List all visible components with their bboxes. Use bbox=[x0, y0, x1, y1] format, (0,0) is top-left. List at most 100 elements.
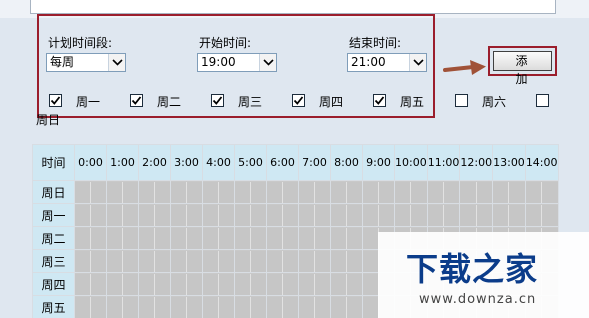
time-slot-cell[interactable] bbox=[459, 203, 494, 227]
time-slot-cell[interactable] bbox=[106, 180, 139, 204]
time-slot-cell[interactable] bbox=[362, 180, 395, 204]
time-slot-cell[interactable] bbox=[234, 249, 267, 273]
chevron-down-icon[interactable] bbox=[409, 54, 426, 71]
time-slot-cell[interactable] bbox=[106, 226, 139, 250]
time-slot-cell[interactable] bbox=[138, 203, 171, 227]
hour-header: 7:00 bbox=[298, 144, 331, 181]
time-slot-cell[interactable] bbox=[330, 295, 363, 318]
time-slot-cell[interactable] bbox=[138, 226, 171, 250]
time-slot-cell[interactable] bbox=[202, 272, 235, 296]
time-slot-cell[interactable] bbox=[170, 249, 203, 273]
day-label-sun: 周日 bbox=[36, 113, 61, 127]
time-slot-cell[interactable] bbox=[266, 180, 299, 204]
grid-row-mon: 周一 bbox=[32, 203, 559, 227]
time-slot-cell[interactable] bbox=[266, 226, 299, 250]
time-slot-cell[interactable] bbox=[170, 203, 203, 227]
time-slot-cell[interactable] bbox=[298, 180, 331, 204]
day-checkbox-sat[interactable] bbox=[455, 94, 468, 107]
time-slot-cell[interactable] bbox=[266, 272, 299, 296]
add-button-highlight: 添 加 bbox=[488, 46, 557, 86]
time-slot-cell[interactable] bbox=[330, 249, 363, 273]
time-slot-cell[interactable] bbox=[74, 180, 107, 204]
day-checkbox-sun[interactable] bbox=[536, 94, 549, 107]
hour-header: 8:00 bbox=[330, 144, 363, 181]
time-slot-cell[interactable] bbox=[74, 272, 107, 296]
time-slot-cell[interactable] bbox=[170, 272, 203, 296]
time-slot-cell[interactable] bbox=[138, 272, 171, 296]
time-slot-cell[interactable] bbox=[524, 203, 559, 227]
time-slot-cell[interactable] bbox=[234, 226, 267, 250]
time-slot-cell[interactable] bbox=[330, 272, 363, 296]
day-label-wed: 周三 bbox=[238, 95, 263, 109]
time-slot-cell[interactable] bbox=[492, 180, 526, 204]
time-slot-cell[interactable] bbox=[202, 180, 235, 204]
day-checkbox-fri[interactable] bbox=[373, 94, 386, 107]
time-slot-cell[interactable] bbox=[298, 295, 331, 318]
time-slot-cell[interactable] bbox=[362, 203, 395, 227]
watermark-url: www.downza.cn bbox=[419, 292, 537, 307]
time-slot-cell[interactable] bbox=[298, 272, 331, 296]
start-time-label: 开始时间: bbox=[199, 36, 252, 50]
chevron-down-icon[interactable] bbox=[108, 54, 125, 71]
day-checkbox-thu[interactable] bbox=[292, 94, 305, 107]
time-slot-cell[interactable] bbox=[298, 249, 331, 273]
time-slot-cell[interactable] bbox=[138, 180, 171, 204]
time-slot-cell[interactable] bbox=[266, 249, 299, 273]
time-slot-cell[interactable] bbox=[202, 203, 235, 227]
time-slot-cell[interactable] bbox=[330, 226, 363, 250]
time-slot-cell[interactable] bbox=[170, 295, 203, 318]
hour-header: 4:00 bbox=[202, 144, 235, 181]
row-header: 周一 bbox=[32, 203, 75, 227]
time-slot-cell[interactable] bbox=[138, 295, 171, 318]
time-slot-cell[interactable] bbox=[74, 203, 107, 227]
time-slot-cell[interactable] bbox=[266, 295, 299, 318]
row-header: 周日 bbox=[32, 180, 75, 204]
time-slot-cell[interactable] bbox=[426, 203, 461, 227]
time-slot-cell[interactable] bbox=[330, 180, 363, 204]
time-slot-cell[interactable] bbox=[394, 203, 428, 227]
time-slot-cell[interactable] bbox=[524, 180, 559, 204]
time-slot-cell[interactable] bbox=[106, 295, 139, 318]
grid-row-sun: 周日 bbox=[32, 180, 559, 204]
day-checkbox-tue[interactable] bbox=[130, 94, 143, 107]
day-label-fri: 周五 bbox=[400, 95, 425, 109]
time-slot-cell[interactable] bbox=[426, 180, 461, 204]
hour-header: 13:00 bbox=[492, 144, 526, 181]
time-slot-cell[interactable] bbox=[234, 272, 267, 296]
start-time-select[interactable]: 19:00 bbox=[197, 53, 277, 72]
time-slot-cell[interactable] bbox=[106, 249, 139, 273]
time-slot-cell[interactable] bbox=[298, 226, 331, 250]
time-slot-cell[interactable] bbox=[106, 203, 139, 227]
time-slot-cell[interactable] bbox=[74, 226, 107, 250]
period-select[interactable]: 每周 bbox=[46, 53, 126, 72]
end-time-select[interactable]: 21:00 bbox=[347, 53, 427, 72]
day-label-mon: 周一 bbox=[76, 95, 101, 109]
top-panel-edge bbox=[30, 0, 556, 14]
time-slot-cell[interactable] bbox=[234, 203, 267, 227]
time-slot-cell[interactable] bbox=[74, 249, 107, 273]
row-header: 周三 bbox=[32, 249, 75, 273]
time-slot-cell[interactable] bbox=[459, 180, 494, 204]
add-button[interactable]: 添 加 bbox=[493, 51, 552, 86]
time-slot-cell[interactable] bbox=[330, 203, 363, 227]
time-slot-cell[interactable] bbox=[234, 180, 267, 204]
hour-header: 11:00 bbox=[426, 144, 461, 181]
day-checkbox-wed[interactable] bbox=[211, 94, 224, 107]
hour-header: 1:00 bbox=[106, 144, 139, 181]
time-slot-cell[interactable] bbox=[138, 249, 171, 273]
time-slot-cell[interactable] bbox=[266, 203, 299, 227]
time-slot-cell[interactable] bbox=[234, 295, 267, 318]
time-slot-cell[interactable] bbox=[170, 226, 203, 250]
time-slot-cell[interactable] bbox=[492, 203, 526, 227]
time-slot-cell[interactable] bbox=[202, 226, 235, 250]
time-slot-cell[interactable] bbox=[202, 295, 235, 318]
hour-header: 2:00 bbox=[138, 144, 171, 181]
time-slot-cell[interactable] bbox=[106, 272, 139, 296]
chevron-down-icon[interactable] bbox=[259, 54, 276, 71]
time-slot-cell[interactable] bbox=[202, 249, 235, 273]
time-slot-cell[interactable] bbox=[394, 180, 428, 204]
time-slot-cell[interactable] bbox=[298, 203, 331, 227]
time-slot-cell[interactable] bbox=[74, 295, 107, 318]
day-checkbox-mon[interactable] bbox=[49, 94, 62, 107]
time-slot-cell[interactable] bbox=[170, 180, 203, 204]
